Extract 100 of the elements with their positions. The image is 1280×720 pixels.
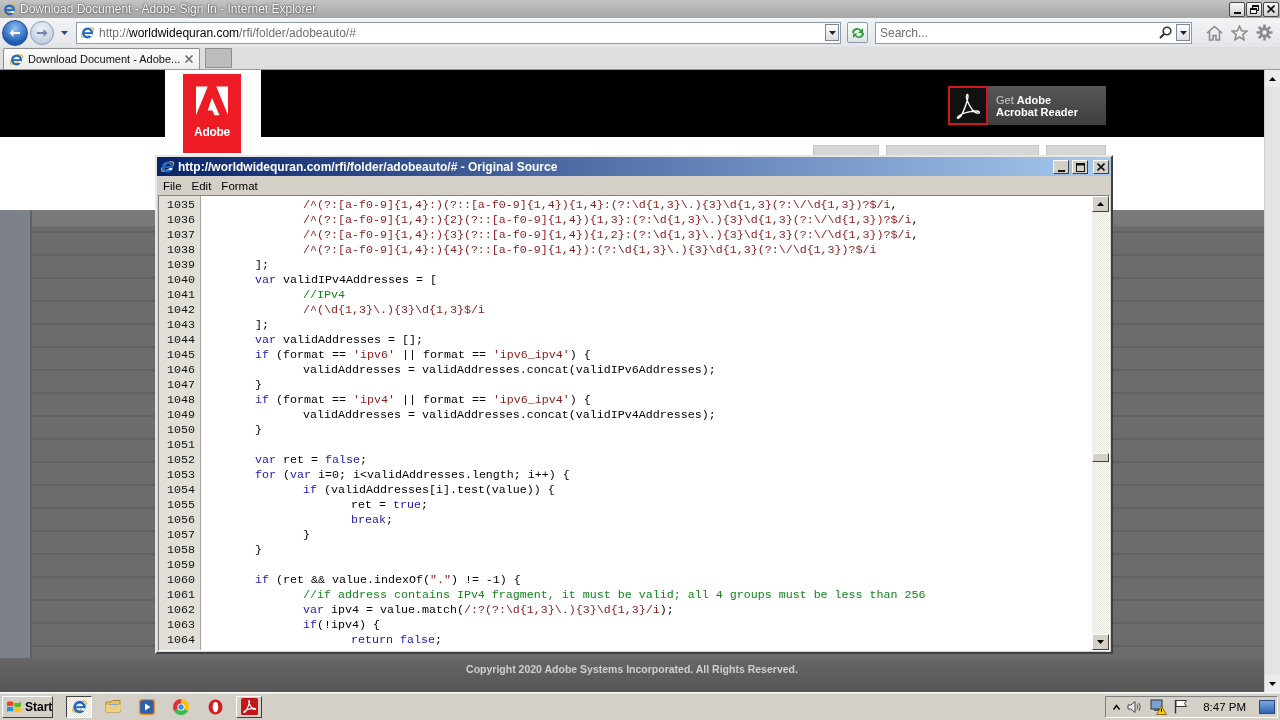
source-window-title: http://worldwidequran.com/rfi/folder/adobeauto/# - Original Source <box>178 159 559 174</box>
volume-button[interactable] <box>1127 699 1144 714</box>
line-number: 1043 <box>167 318 195 333</box>
show-hidden-icons-button[interactable] <box>1113 703 1121 710</box>
line-number: 1059 <box>167 558 195 573</box>
flag-icon <box>1174 699 1189 714</box>
maximize-icon <box>1075 162 1085 172</box>
home-icon <box>1206 24 1223 41</box>
scroll-thumb[interactable] <box>1092 453 1109 462</box>
line-number: 1044 <box>167 333 195 348</box>
code-line: /^(?:[a-f0-9]{1,4}:)(?::[a-f0-9]{1,4}){1,4}:(?:\d{1,3}\.){3}\d{1,3}(?:\/\d{1,3})?$/i, <box>303 198 898 213</box>
minimize-icon <box>1233 11 1241 14</box>
line-number: 1058 <box>167 543 195 558</box>
favorites-button[interactable] <box>1230 23 1249 42</box>
code-scrollbar[interactable] <box>1092 196 1109 650</box>
pdf-reader-icon <box>240 698 258 715</box>
address-field[interactable]: http://worldwidequran.com/rfi/folder/adobeauto/# <box>76 21 841 44</box>
code-line: if (ret && value.indexOf(".") != -1) { <box>255 573 521 588</box>
e-logo-icon <box>2 1 17 17</box>
down-arrow-icon <box>1269 681 1276 686</box>
line-number: 1062 <box>167 603 195 618</box>
line-number: 1057 <box>167 528 195 543</box>
caret-icon <box>1179 30 1187 35</box>
code-line: var ret = false; <box>255 453 367 468</box>
refresh-button[interactable] <box>847 22 868 43</box>
line-number: 1054 <box>167 483 195 498</box>
clock[interactable]: 8:47 PM <box>1203 700 1246 713</box>
scroll-up-button[interactable] <box>1092 196 1109 212</box>
folder-icon <box>104 699 122 714</box>
restore-icon <box>1249 4 1259 14</box>
close-button[interactable] <box>1263 1 1279 17</box>
line-number: 1039 <box>167 258 195 273</box>
adobe-logo: Adobe <box>183 74 241 153</box>
line-number: 1040 <box>167 273 195 288</box>
search-dropdown-button[interactable] <box>1176 24 1190 41</box>
scroll-down-button[interactable] <box>1092 634 1109 650</box>
left-arrow-icon <box>9 27 21 38</box>
show-desktop-button[interactable] <box>1259 699 1275 714</box>
circle-logo-icon <box>173 698 189 715</box>
get-acrobat-reader-button[interactable]: Get Adobe Acrobat Reader <box>948 86 1106 125</box>
search-icon <box>1159 26 1172 39</box>
code-line: /^(?:[a-f0-9]{1,4}:){2}(?::[a-f0-9]{1,4}){1,3}:(?:\d{1,3}\.){3}\d{1,3}(?:\/\d{1,3})?$/i, <box>303 213 919 228</box>
minimize-button[interactable] <box>1229 1 1245 17</box>
computer-warning-icon <box>1150 698 1168 715</box>
line-number: 1036 <box>167 213 195 228</box>
code-line: /^(\d{1,3}\.){3}\d{1,3}$/i <box>303 303 485 318</box>
code-line: break; <box>351 513 393 528</box>
line-number: 1064 <box>167 633 195 648</box>
browser-tab[interactable]: Download Document - Adobe... <box>3 48 201 69</box>
line-number: 1049 <box>167 408 195 423</box>
down-arrow-icon <box>1097 640 1104 644</box>
line-number: 1053 <box>167 468 195 483</box>
line-number: 1038 <box>167 243 195 258</box>
speaker-icon <box>1127 699 1144 714</box>
e-logo-icon <box>70 698 88 715</box>
code-line: validAddresses = validAddresses.concat(validIPv4Addresses); <box>303 408 716 423</box>
up-arrow-icon <box>1097 202 1104 206</box>
menu-item[interactable]: Format <box>216 178 263 193</box>
menu-item[interactable]: File <box>158 178 187 193</box>
address-dropdown-button[interactable] <box>825 24 839 41</box>
start-button[interactable]: Start <box>2 695 53 718</box>
line-number: 1061 <box>167 588 195 603</box>
minimize-icon <box>1057 169 1065 172</box>
close-icon <box>1267 5 1275 13</box>
code-line: /^(?:[a-f0-9]{1,4}:){3}(?::[a-f0-9]{1,4}){1,2}:(?:\d{1,3}\.){3}\d{1,3}(?:\/\d{1,3})?$/i, <box>303 228 919 243</box>
line-number: 1048 <box>167 393 195 408</box>
network-button[interactable] <box>1150 698 1168 715</box>
page-scrollbar[interactable] <box>1264 70 1280 692</box>
close-icon <box>185 55 194 63</box>
play-icon <box>139 698 155 715</box>
caret-icon <box>60 30 68 35</box>
line-number: 1037 <box>167 228 195 243</box>
code-line: for (var i=0; i<validAddresses.length; i++) { <box>255 468 570 483</box>
acrobat-icon <box>948 86 988 125</box>
right-arrow-icon <box>36 27 48 38</box>
line-number: 1035 <box>167 198 195 213</box>
back-button[interactable] <box>2 19 28 46</box>
code-line: return false; <box>351 633 442 648</box>
menu-item[interactable]: Edit <box>186 178 217 193</box>
e-logo-icon <box>9 51 24 67</box>
tab-close-button[interactable] <box>184 54 195 64</box>
settings-button[interactable] <box>1255 23 1274 42</box>
e-logo-icon <box>80 25 95 40</box>
restore-button[interactable] <box>1246 1 1262 17</box>
code-line: if (format == 'ipv6' || format == 'ipv6_ipv4') { <box>255 348 591 363</box>
action-center-button[interactable] <box>1174 699 1189 714</box>
taskbar-button[interactable] <box>66 695 92 718</box>
code-line: ]; <box>255 318 269 333</box>
code-line: var validIPv4Addresses = [ <box>255 273 437 288</box>
code-line: if (format == 'ipv4' || format == 'ipv6_ipv4') { <box>255 393 591 408</box>
maximize-button[interactable] <box>1072 159 1088 174</box>
start-logo-icon <box>6 699 22 714</box>
code-line: var validAddresses = []; <box>255 333 423 348</box>
search-field[interactable]: Search... <box>875 21 1192 44</box>
refresh-icon <box>850 26 865 39</box>
home-button[interactable] <box>1205 23 1224 42</box>
code-line: } <box>255 423 262 438</box>
code-line: if(!ipv4) { <box>303 618 380 633</box>
ring-logo-icon <box>207 698 223 715</box>
code-line: } <box>303 528 310 543</box>
